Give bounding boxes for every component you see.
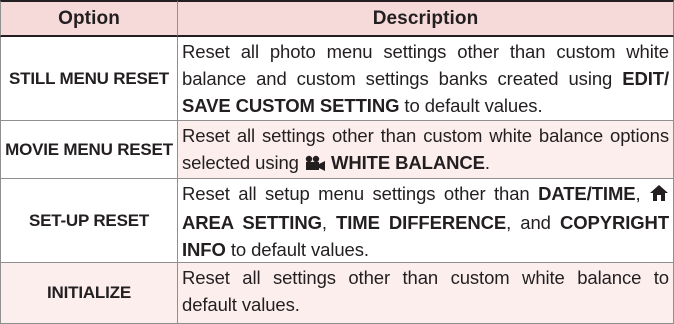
option-initialize: INITIALIZE [0, 263, 178, 324]
desc-text: . [484, 152, 490, 173]
movie-camera-icon [304, 151, 326, 178]
options-table: Option Description STILL MENU RESET Rese… [0, 0, 674, 324]
header-option: Option [0, 0, 178, 37]
desc-text: , and [506, 212, 560, 233]
desc-text: Reset all setup menu settings other than [182, 183, 539, 204]
description-still-menu-reset: Reset all photo menu settings other than… [178, 37, 674, 121]
option-set-up-reset: SET-UP RESET [0, 179, 178, 263]
desc-text: to default values. [225, 239, 369, 260]
home-icon [649, 182, 669, 209]
description-movie-menu-reset: Reset all settings other than custom whi… [178, 121, 674, 179]
option-still-menu-reset: STILL MENU RESET [0, 37, 178, 121]
option-movie-menu-reset: MOVIE MENU RESET [0, 121, 178, 179]
desc-bold: TIME DIFFERENCE [336, 212, 507, 233]
desc-text: Reset all photo menu settings other than… [182, 41, 669, 89]
desc-text: Reset all settings other than custom whi… [182, 267, 669, 315]
desc-bold: AREA SETTING [182, 212, 322, 233]
desc-bold: DATE/TIME [538, 183, 636, 204]
description-initialize: Reset all settings other than custom whi… [178, 263, 674, 324]
desc-text: to default values. [399, 95, 543, 116]
desc-bold: WHITE BALANCE [325, 152, 485, 173]
header-description: Description [178, 0, 674, 37]
description-set-up-reset: Reset all setup menu settings other than… [178, 179, 674, 263]
desc-text: , [635, 183, 649, 204]
desc-text: , [321, 212, 337, 233]
